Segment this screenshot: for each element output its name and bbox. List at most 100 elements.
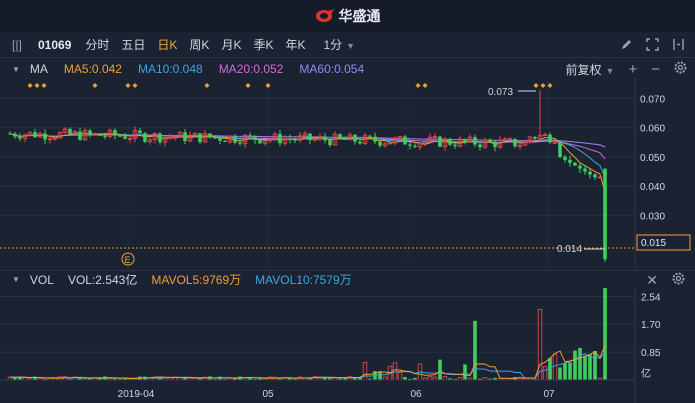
mavol10-value: MAVOL10:7579万	[255, 273, 352, 287]
candle-body	[353, 134, 357, 142]
candle-body	[513, 138, 517, 147]
high-price-label: 0.073	[488, 87, 513, 98]
title-bar: 华盛通	[0, 0, 695, 32]
chevron-down-icon: ▼	[605, 66, 615, 76]
tab-weekly-k[interactable]: 周K	[189, 36, 209, 53]
tab-five-day[interactable]: 五日	[121, 36, 145, 53]
tab-yearly-k[interactable]: 年K	[285, 36, 305, 53]
ma-label[interactable]: MA	[30, 62, 48, 76]
close-icon[interactable]: ✕	[646, 272, 658, 289]
last-price-label: 0.015	[641, 238, 666, 249]
candle-body	[8, 133, 12, 135]
volume-bar	[603, 288, 607, 380]
add-indicator-icon[interactable]: +	[628, 61, 637, 78]
adjust-dropdown[interactable]: 前复权 ▼	[566, 61, 615, 78]
candle-body	[258, 139, 262, 144]
candle-body	[373, 136, 377, 142]
collapse-volume-icon[interactable]: ▼	[12, 275, 20, 284]
stock-code: 01069	[38, 37, 72, 52]
candle-body	[413, 145, 417, 147]
candle-body	[183, 132, 187, 141]
candle-body	[103, 135, 107, 137]
remove-indicator-icon[interactable]: −	[651, 61, 660, 78]
y-axis-tick-label: 0.050	[640, 153, 665, 164]
candle-body	[438, 136, 442, 147]
event-marker[interactable]: E	[125, 255, 131, 265]
candle-body	[493, 141, 497, 148]
expand-icon[interactable]	[645, 36, 659, 52]
draw-pen-icon[interactable]	[619, 36, 633, 52]
candle-body	[473, 137, 477, 145]
candle-body	[98, 133, 102, 136]
x-axis-tick-label: 06	[410, 389, 422, 400]
candle-body	[88, 130, 92, 134]
volume-axis-tick-label: 2.54	[641, 293, 661, 304]
vol-label[interactable]: VOL	[30, 273, 54, 287]
candle-body	[453, 144, 457, 147]
candle-body	[213, 137, 217, 139]
ma-indicator-bar: ▼ MA MA5:0.042 MA10:0.048 MA20:0.052 MA6…	[0, 60, 695, 78]
volume-bar	[563, 363, 567, 380]
candle-body	[488, 139, 492, 142]
y-axis-tick-label: 0.040	[640, 182, 665, 193]
x-axis-tick-label: 2019-04	[118, 389, 155, 400]
volume-bar	[463, 364, 467, 380]
tab-daily-k[interactable]: 日K	[157, 36, 177, 53]
sidebar-toggle-icon[interactable]: [|]	[12, 38, 30, 52]
candle-body	[573, 162, 577, 166]
candle-body	[323, 136, 327, 141]
x-axis-tick-label: 07	[543, 389, 555, 400]
candle-body	[78, 131, 82, 140]
candle-body	[218, 137, 222, 141]
tab-intraday[interactable]: 分时	[85, 36, 109, 53]
candle-body	[198, 133, 202, 143]
ma10-value: MA10:0.048	[137, 62, 203, 76]
candle-body	[293, 139, 297, 141]
x-axis-tick-label: 05	[262, 389, 274, 400]
volume-bar	[568, 362, 572, 380]
panel-toggle-icon[interactable]	[671, 36, 685, 52]
adjust-value: 前复权	[565, 63, 602, 77]
ma60-value: MA60:0.054	[299, 62, 365, 76]
volume-axis-tick-label: 0.85	[641, 348, 661, 359]
y-axis-tick-label: 0.060	[640, 124, 665, 135]
candle-body	[233, 136, 237, 143]
candle-body	[328, 140, 332, 146]
brand: 华盛通	[315, 6, 381, 26]
main-chart-actions: 前复权 ▼ + −	[566, 61, 687, 78]
brand-name: 华盛通	[338, 8, 381, 24]
settings-gear-icon[interactable]	[674, 61, 687, 78]
candle-body	[588, 171, 592, 175]
candle-body	[288, 138, 292, 140]
candle-body	[408, 144, 412, 146]
volume-bar	[578, 347, 582, 380]
candle-body	[593, 174, 597, 178]
candlestick-chart[interactable]: 0.070 0.060 0.050 0.040 0.030 0.073 0.014 0.…	[0, 78, 695, 268]
chevron-down-icon: ▼	[346, 41, 356, 51]
collapse-main-chart-icon[interactable]: ▼	[12, 65, 20, 74]
candle-body	[113, 130, 117, 136]
candle-body	[448, 139, 452, 145]
candle-body	[338, 134, 342, 138]
ma5-value: MA5:0.042	[63, 62, 122, 76]
y-axis-tick-label: 0.030	[640, 211, 665, 222]
candle-body	[343, 137, 347, 140]
volume-unit-label: 亿	[641, 367, 651, 380]
candle-body	[308, 133, 312, 141]
candle-body	[403, 136, 407, 145]
candle-body	[43, 133, 47, 140]
candle-body	[558, 142, 562, 157]
candle-body	[578, 165, 582, 169]
settings-gear-icon[interactable]	[672, 272, 685, 289]
candle-body	[123, 136, 127, 139]
tab-monthly-k[interactable]: 月K	[221, 36, 241, 53]
volume-bar-chart[interactable]: 2.54 1.70 0.85 亿 2019-04 05 06 07	[0, 288, 695, 403]
tab-quarterly-k[interactable]: 季K	[253, 36, 273, 53]
candle-body	[118, 135, 122, 137]
candle-body	[358, 141, 362, 144]
interval-dropdown[interactable]: 1分 ▼	[323, 36, 355, 53]
candle-body	[368, 135, 372, 137]
mavol5-value: MAVOL5:9769万	[151, 273, 242, 287]
candle-body	[478, 144, 482, 148]
candle-body	[248, 135, 252, 137]
